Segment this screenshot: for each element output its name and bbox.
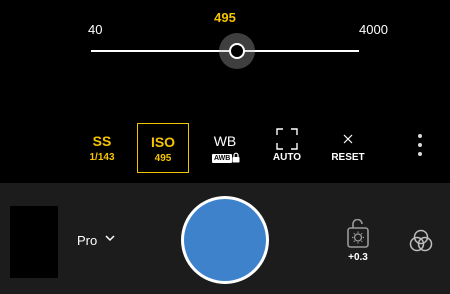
- shutter-speed-button[interactable]: SS 1/143: [76, 123, 128, 173]
- camera-mode-selector[interactable]: Pro: [77, 233, 97, 248]
- close-icon: [343, 134, 353, 144]
- focus-mode-button[interactable]: AUTO: [261, 123, 313, 173]
- iso-value: 495: [154, 153, 172, 164]
- gallery-thumbnail[interactable]: [10, 206, 58, 278]
- reset-button[interactable]: RESET: [322, 123, 374, 173]
- iso-slider-thumb[interactable]: [229, 43, 245, 59]
- focus-frame-icon: [276, 128, 298, 150]
- iso-slider-max-label: 4000: [359, 22, 388, 37]
- chevron-down-icon[interactable]: [105, 235, 115, 242]
- focus-mode-label: AUTO: [272, 152, 302, 163]
- iso-button[interactable]: ISO 495: [137, 123, 189, 173]
- exposure-value: +0.3: [348, 252, 368, 263]
- reset-label: RESET: [331, 152, 365, 163]
- shutter-button[interactable]: [184, 199, 266, 281]
- filter-icon[interactable]: [408, 228, 434, 254]
- awb-badge: AWB: [212, 154, 233, 163]
- more-vertical-icon[interactable]: [412, 134, 428, 160]
- shutter-speed-label: SS: [92, 133, 112, 149]
- white-balance-label: WB: [213, 133, 237, 149]
- exposure-lock-icon[interactable]: [344, 219, 372, 249]
- shutter-speed-value: 1/143: [89, 152, 115, 163]
- lock-icon: [232, 152, 240, 163]
- iso-slider-min-label: 40: [88, 22, 103, 37]
- iso-label: ISO: [150, 134, 176, 150]
- white-balance-button[interactable]: WB AWB: [199, 123, 251, 173]
